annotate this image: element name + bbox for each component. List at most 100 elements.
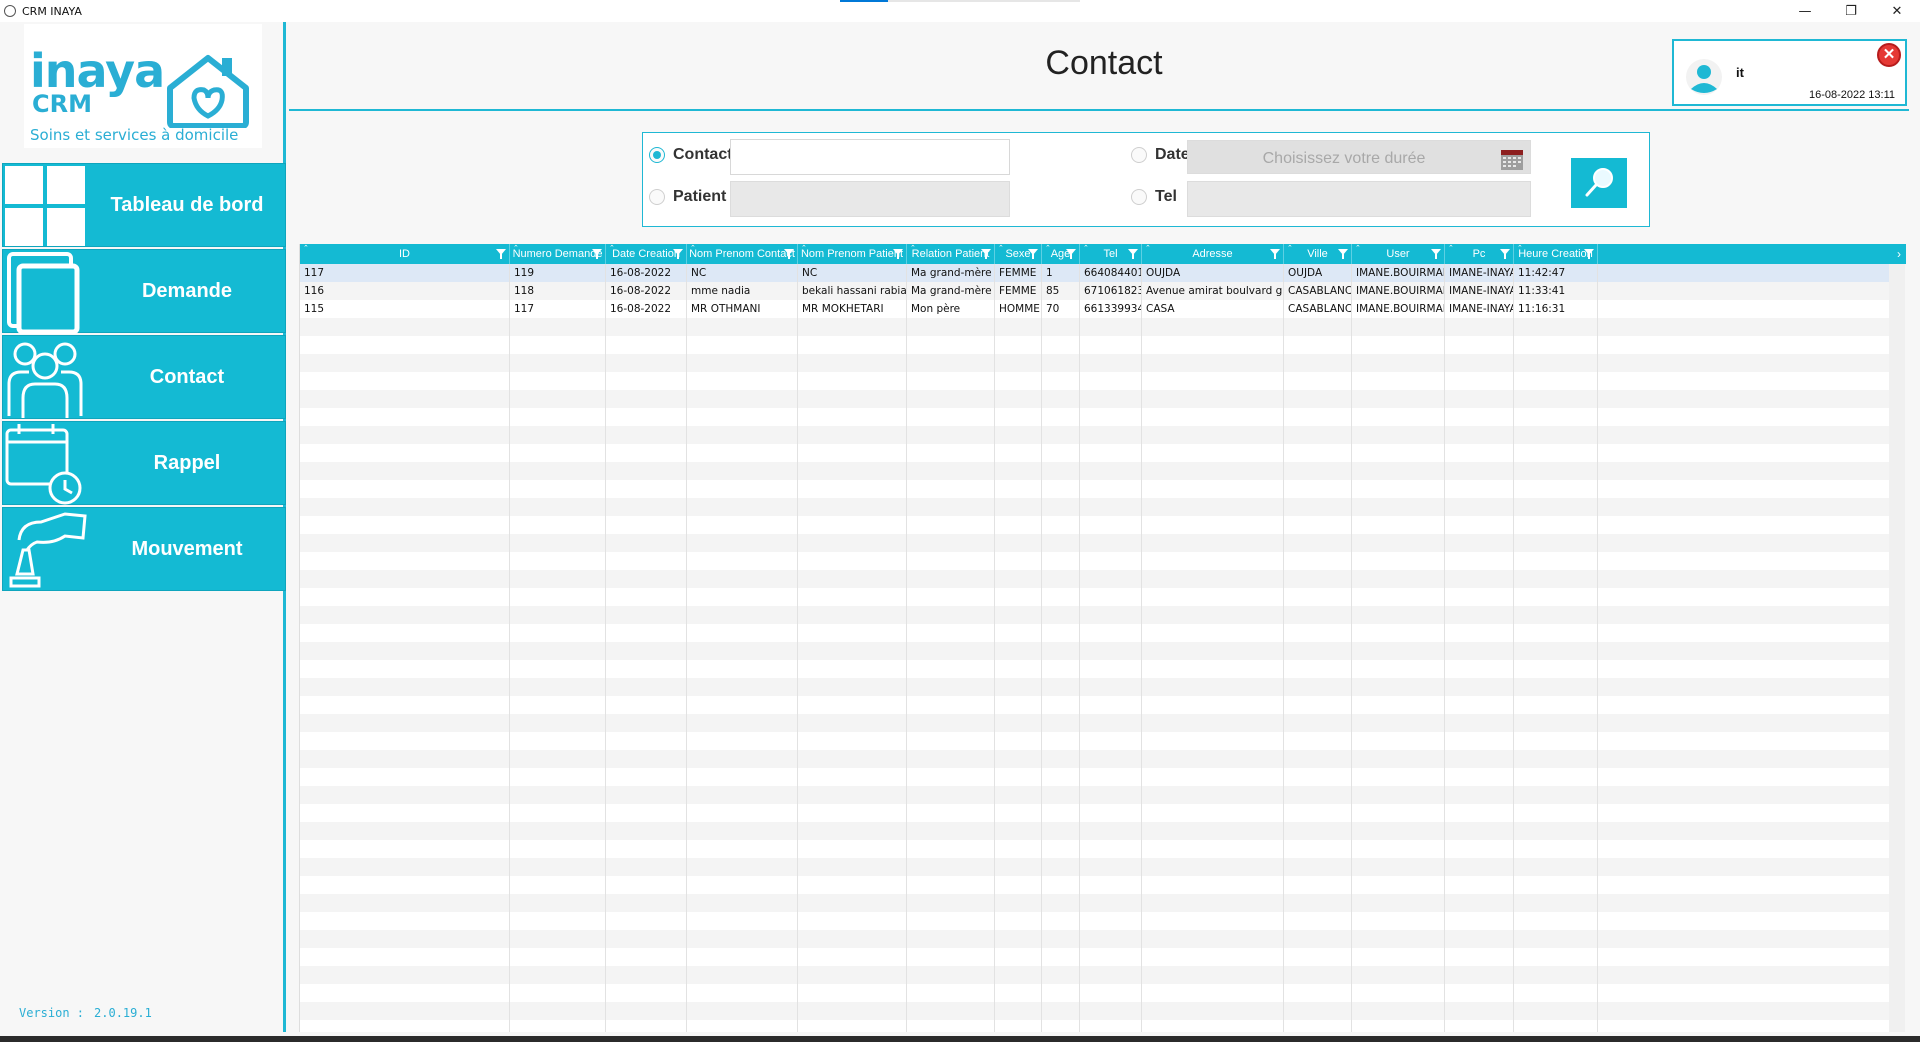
sort-icon[interactable]: ⌃ (513, 245, 519, 252)
table-cell: FEMME (995, 264, 1042, 282)
sort-icon[interactable]: ⌃ (1448, 245, 1454, 252)
nav-item-contact[interactable]: Contact (2, 335, 286, 419)
nav-item-demande[interactable]: Demande (2, 249, 286, 334)
table-cell (1080, 696, 1142, 714)
calendar-icon[interactable] (1500, 147, 1524, 171)
sort-icon[interactable]: ⌃ (303, 245, 309, 252)
column-header[interactable]: ⌃ User (1352, 244, 1445, 264)
filter-icon[interactable] (1028, 249, 1038, 259)
filter-icon[interactable] (1128, 249, 1138, 259)
vertical-scrollbar[interactable] (1889, 264, 1905, 1032)
filter-icon[interactable] (496, 249, 506, 259)
table-cell (1284, 534, 1352, 552)
table-cell (1514, 840, 1598, 858)
table-cell (1352, 858, 1445, 876)
column-header[interactable]: ⌃ Date Creation (606, 244, 687, 264)
column-header[interactable]: ⌃ Relation Patient (907, 244, 995, 264)
sort-icon[interactable]: ⌃ (1045, 245, 1051, 252)
nav-item-rappel[interactable]: Rappel (2, 421, 286, 505)
nav-item-tableau-de-bord[interactable]: Tableau de bord (2, 163, 286, 247)
filter-icon[interactable] (1066, 249, 1076, 259)
table-cell (1042, 660, 1080, 678)
contact-input[interactable] (730, 139, 1010, 175)
table-cell (1142, 804, 1284, 822)
column-header[interactable]: ⌃ Pc (1445, 244, 1514, 264)
table-cell (300, 588, 510, 606)
column-header[interactable]: ⌃ ID (300, 244, 510, 264)
table-cell (606, 912, 687, 930)
table-cell (687, 948, 798, 966)
table-cell (606, 498, 687, 516)
table-cell (1042, 534, 1080, 552)
table-row[interactable]: 115 117 16-08-2022 MR OTHMANI MR MOKHETARI Mo… (300, 300, 1890, 318)
filter-icon[interactable] (1338, 249, 1348, 259)
sort-icon[interactable]: ⌃ (1517, 245, 1523, 252)
minimize-button[interactable]: — (1782, 0, 1828, 22)
table-cell (1514, 948, 1598, 966)
column-header[interactable]: ⌃ Heure Creation (1514, 244, 1598, 264)
version-label: Version : (19, 1006, 85, 1020)
sort-icon[interactable]: ⌃ (1355, 245, 1361, 252)
sort-icon[interactable]: ⌃ (1145, 245, 1151, 252)
table-cell (510, 318, 606, 336)
scroll-right-icon[interactable]: › (1892, 244, 1906, 264)
tel-input[interactable] (1187, 181, 1531, 217)
table-cell (1080, 372, 1142, 390)
close-window-button[interactable]: ✕ (1874, 0, 1920, 22)
sort-icon[interactable]: ⌃ (1287, 245, 1293, 252)
filter-icon[interactable] (1270, 249, 1280, 259)
table-cell (300, 750, 510, 768)
table-cell (798, 390, 907, 408)
filter-icon[interactable] (784, 249, 794, 259)
table-cell (1514, 1002, 1598, 1020)
column-header[interactable]: ⌃ Tel (1080, 244, 1142, 264)
radio-tel[interactable] (1131, 189, 1147, 205)
table-cell: 119 (510, 264, 606, 282)
table-row[interactable]: 116 118 16-08-2022 mme nadia bekali hassani … (300, 282, 1890, 300)
filter-icon[interactable] (1500, 249, 1510, 259)
column-header-label: ID (399, 248, 410, 260)
sort-icon[interactable]: ⌃ (801, 245, 807, 252)
table-cell: 117 (510, 300, 606, 318)
search-button[interactable] (1571, 158, 1627, 208)
table-cell (1284, 930, 1352, 948)
column-header[interactable]: ⌃ Sexe (995, 244, 1042, 264)
table-cell (1284, 894, 1352, 912)
sort-icon[interactable]: ⌃ (609, 245, 615, 252)
sort-icon[interactable]: ⌃ (998, 245, 1004, 252)
table-cell (798, 858, 907, 876)
table-cell (907, 930, 995, 948)
radio-date[interactable] (1131, 147, 1147, 163)
radio-contact[interactable] (649, 147, 665, 163)
table-cell (606, 390, 687, 408)
empty-row (300, 408, 1890, 426)
radio-patient[interactable] (649, 189, 665, 205)
table-cell (798, 930, 907, 948)
column-header[interactable]: ⌃ Nom Prenom Patient (798, 244, 907, 264)
table-cell (1142, 588, 1284, 606)
table-cell (1042, 732, 1080, 750)
sort-icon[interactable]: ⌃ (1083, 245, 1089, 252)
table-row[interactable]: 117 119 16-08-2022 NC NC Ma grand-mère FEMME 1 6… (300, 264, 1890, 282)
restore-button[interactable]: ❐ (1828, 0, 1874, 22)
table-cell (1352, 660, 1445, 678)
filter-icon[interactable] (893, 249, 903, 259)
column-header[interactable]: ⌃ Ville (1284, 244, 1352, 264)
sort-icon[interactable]: ⌃ (690, 245, 696, 252)
date-range-input[interactable]: Choisissez votre durée (1187, 140, 1531, 174)
filter-icon[interactable] (1584, 249, 1594, 259)
column-header[interactable]: ⌃ Adresse (1142, 244, 1284, 264)
column-header[interactable]: ⌃ Age (1042, 244, 1080, 264)
table-cell (300, 372, 510, 390)
sort-icon[interactable]: ⌃ (910, 245, 916, 252)
patient-input[interactable] (730, 181, 1010, 217)
column-header[interactable]: ⌃ Nom Prenom Contact (687, 244, 798, 264)
column-header[interactable]: ⌃ Numero Demande (510, 244, 606, 264)
nav-item-mouvement[interactable]: Mouvement (2, 507, 286, 591)
crm-window: CRM INAYA — ❐ ✕ inaya CRM Soins et servi… (0, 0, 1920, 1042)
logout-close-button[interactable]: ✕ (1877, 43, 1901, 67)
filter-icon[interactable] (981, 249, 991, 259)
filter-icon[interactable] (1431, 249, 1441, 259)
filter-icon[interactable] (592, 249, 602, 259)
filter-icon[interactable] (673, 249, 683, 259)
